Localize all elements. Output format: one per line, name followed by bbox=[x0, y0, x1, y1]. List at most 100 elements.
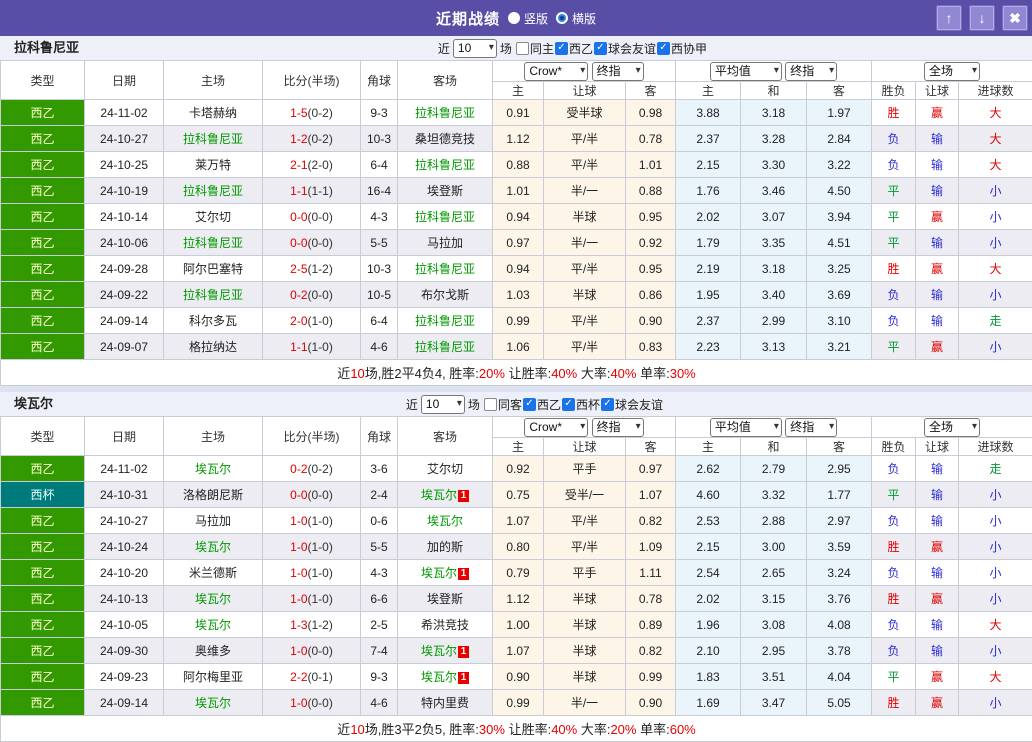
average-select-cell: 平均值 终指 bbox=[676, 417, 872, 438]
match-date: 24-10-27 bbox=[85, 508, 164, 534]
move-down-button[interactable]: ↓ bbox=[969, 5, 995, 31]
odds-stage-select[interactable]: 终指 bbox=[592, 62, 644, 81]
avg-away-odds: 4.51 bbox=[807, 230, 872, 256]
filter-checkbox-label: 西乙 bbox=[569, 40, 593, 57]
corner-score: 2-4 bbox=[361, 482, 398, 508]
layout-radio-horizontal[interactable]: 横版 bbox=[556, 10, 596, 27]
away-team: 埃瓦尔1 bbox=[398, 482, 493, 508]
team-name: 拉科鲁尼亚 bbox=[415, 106, 475, 120]
match-date: 24-10-19 bbox=[85, 178, 164, 204]
handicap-away-odds: 0.89 bbox=[626, 612, 676, 638]
filter-checkbox[interactable]: ✓ bbox=[657, 42, 670, 55]
filter-bar: 近 10 场 同主✓西乙✓球会友谊✓西协甲 bbox=[438, 36, 707, 60]
match-row: 西乙24-10-19拉科鲁尼亚1-1(1-1)16-4埃登斯1.01半/一0.8… bbox=[1, 178, 1032, 204]
filter-checkbox[interactable]: ✓ bbox=[601, 398, 614, 411]
odds-company-select[interactable]: Crow* bbox=[524, 418, 588, 437]
avg-draw-odds: 3.18 bbox=[741, 100, 807, 126]
section-header: 拉科鲁尼亚 近 10 场 同主✓西乙✓球会友谊✓西协甲 bbox=[0, 36, 1032, 60]
filter-checkbox-label: 球会友谊 bbox=[608, 40, 656, 57]
close-button[interactable]: ✖ bbox=[1002, 5, 1028, 31]
handicap-line: 平手 bbox=[544, 560, 626, 586]
handicap-away-odds: 1.11 bbox=[626, 560, 676, 586]
filter-checkbox-label: 西杯 bbox=[576, 396, 600, 413]
home-team: 阿尔巴塞特 bbox=[164, 256, 263, 282]
handicap-away-odds: 0.82 bbox=[626, 638, 676, 664]
filter-checkbox[interactable]: ✓ bbox=[594, 42, 607, 55]
team-name: 阿尔梅里亚 bbox=[183, 670, 243, 684]
team-name: 拉科鲁尼亚 bbox=[415, 210, 475, 224]
handicap-home-odds: 0.88 bbox=[493, 152, 544, 178]
radio-icon[interactable] bbox=[508, 12, 520, 24]
avg-draw-odds: 3.30 bbox=[741, 152, 807, 178]
result-goals: 大 bbox=[959, 612, 1032, 638]
scope-select[interactable]: 全场 bbox=[924, 418, 980, 437]
team-name: 埃登斯 bbox=[427, 592, 463, 606]
team-name: 拉科鲁尼亚 bbox=[183, 236, 243, 250]
recent-count-select[interactable]: 10 bbox=[421, 395, 465, 414]
corner-score: 0-6 bbox=[361, 508, 398, 534]
avg-away-odds: 3.24 bbox=[807, 560, 872, 586]
handicap-home-odds: 1.06 bbox=[493, 334, 544, 360]
handicap-away-odds: 0.92 bbox=[626, 230, 676, 256]
avg-draw-odds: 3.46 bbox=[741, 178, 807, 204]
away-team: 拉科鲁尼亚 bbox=[398, 152, 493, 178]
corner-score: 6-4 bbox=[361, 152, 398, 178]
avg-company-select[interactable]: 平均值 bbox=[710, 418, 782, 437]
avg-home-odds: 1.83 bbox=[676, 664, 741, 690]
recent-results-table: 类型 日期 主场 比分(半场) 角球 客场 Crow* 终指 平均值 终指 全场 bbox=[0, 416, 1032, 742]
result-outcome: 负 bbox=[872, 508, 916, 534]
subheader-home-odds: 主 bbox=[493, 438, 544, 456]
away-team: 埃登斯 bbox=[398, 586, 493, 612]
move-up-button[interactable]: ↑ bbox=[936, 5, 962, 31]
handicap-home-odds: 1.07 bbox=[493, 638, 544, 664]
handicap-away-odds: 0.95 bbox=[626, 204, 676, 230]
avg-stage-select[interactable]: 终指 bbox=[785, 418, 837, 437]
handicap-home-odds: 0.99 bbox=[493, 308, 544, 334]
recent-count-select[interactable]: 10 bbox=[453, 39, 497, 58]
avg-away-odds: 3.78 bbox=[807, 638, 872, 664]
avg-draw-odds: 3.32 bbox=[741, 482, 807, 508]
match-date: 24-09-22 bbox=[85, 282, 164, 308]
competition-badge: 西乙 bbox=[1, 126, 85, 152]
avg-stage-select[interactable]: 终指 bbox=[785, 62, 837, 81]
subheader-avg-home: 主 bbox=[676, 82, 741, 100]
team-name: 埃瓦尔 bbox=[421, 566, 457, 580]
filter-checkbox-label: 同主 bbox=[530, 40, 554, 57]
odds-stage-select[interactable]: 终指 bbox=[592, 418, 644, 437]
avg-away-odds: 2.97 bbox=[807, 508, 872, 534]
match-row: 西乙24-10-24埃瓦尔1-0(1-0)5-5加的斯0.80平/半1.092.… bbox=[1, 534, 1032, 560]
filter-checkbox[interactable]: ✓ bbox=[562, 398, 575, 411]
match-row: 西乙24-11-02埃瓦尔0-2(0-2)3-6艾尔切0.92平手0.972.6… bbox=[1, 456, 1032, 482]
filter-checkbox[interactable]: ✓ bbox=[555, 42, 568, 55]
home-team: 莱万特 bbox=[164, 152, 263, 178]
team-name: 艾尔切 bbox=[427, 462, 463, 476]
match-score: 0-0(0-0) bbox=[263, 482, 361, 508]
result-goals: 走 bbox=[959, 456, 1032, 482]
avg-away-odds: 3.94 bbox=[807, 204, 872, 230]
filter-checkbox[interactable]: ✓ bbox=[523, 398, 536, 411]
team-name: 阿尔巴塞特 bbox=[183, 262, 243, 276]
subheader-handicap-result: 让球 bbox=[916, 82, 959, 100]
radio-icon[interactable] bbox=[556, 12, 568, 24]
matches-label: 场 bbox=[500, 40, 512, 57]
column-header-home: 主场 bbox=[164, 417, 263, 456]
match-date: 24-09-07 bbox=[85, 334, 164, 360]
result-goals: 小 bbox=[959, 230, 1032, 256]
filter-checkbox[interactable] bbox=[516, 42, 529, 55]
match-date: 24-10-25 bbox=[85, 152, 164, 178]
avg-away-odds: 1.77 bbox=[807, 482, 872, 508]
column-header-score: 比分(半场) bbox=[263, 61, 361, 100]
result-outcome: 平 bbox=[872, 482, 916, 508]
odds-company-select[interactable]: Crow* bbox=[524, 62, 588, 81]
avg-company-select[interactable]: 平均值 bbox=[710, 62, 782, 81]
layout-radio-vertical[interactable]: 竖版 bbox=[508, 10, 548, 27]
filter-checkbox[interactable] bbox=[484, 398, 497, 411]
corner-score: 5-5 bbox=[361, 534, 398, 560]
scope-select[interactable]: 全场 bbox=[924, 62, 980, 81]
match-score: 2-1(2-0) bbox=[263, 152, 361, 178]
team-name: 拉科鲁尼亚 bbox=[415, 340, 475, 354]
home-team: 米兰德斯 bbox=[164, 560, 263, 586]
team-name: 埃瓦尔 bbox=[195, 696, 231, 710]
avg-away-odds: 3.22 bbox=[807, 152, 872, 178]
avg-draw-odds: 3.51 bbox=[741, 664, 807, 690]
